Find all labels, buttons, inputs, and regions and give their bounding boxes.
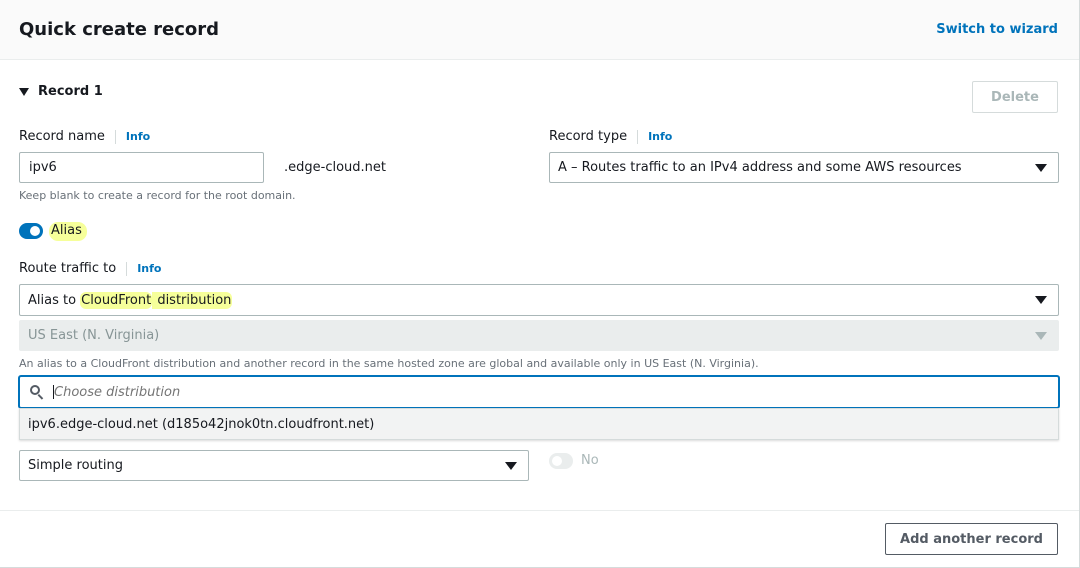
- dropdown-arrow-icon: [1035, 296, 1047, 304]
- distribution-search-input[interactable]: [54, 384, 1034, 400]
- quick-create-panel: Quick create record Switch to wizard Rec…: [0, 0, 1080, 568]
- dropdown-arrow-icon: [505, 461, 517, 470]
- record-type-select[interactable]: A – Routes traffic to an IPv4 address an…: [549, 152, 1059, 183]
- region-hint: An alias to a CloudFront distribution an…: [19, 357, 759, 370]
- distribution-dropdown: ipv6.edge-cloud.net (d185o42jnok0tn.clou…: [19, 408, 1059, 440]
- region-select: US East (N. Virginia): [19, 320, 1059, 351]
- record-expander[interactable]: Record 1: [19, 84, 103, 99]
- health-toggle-label: No: [581, 453, 599, 468]
- endpoint-highlight: CloudFront: [80, 291, 153, 309]
- switch-to-wizard-link[interactable]: Switch to wizard: [936, 22, 1058, 37]
- dropdown-arrow-icon: [1035, 163, 1047, 172]
- routing-policy-select[interactable]: Simple routing: [19, 450, 529, 481]
- domain-suffix: .edge-cloud.net: [284, 160, 386, 175]
- routing-policy-value: Simple routing: [28, 458, 123, 473]
- distribution-search[interactable]: [19, 376, 1059, 408]
- record-name-label-group: Record name Info: [19, 129, 150, 144]
- record-type-info-link[interactable]: Info: [637, 129, 672, 144]
- caret-down-icon: [19, 87, 29, 96]
- toggle-knob: [30, 226, 40, 236]
- route-traffic-info-link[interactable]: Info: [126, 261, 161, 276]
- page-title: Quick create record: [19, 19, 220, 40]
- footer-divider: [0, 510, 1079, 511]
- endpoint-select[interactable]: Alias to CloudFront distribution: [19, 284, 1059, 316]
- alias-label: Alias: [49, 222, 87, 241]
- add-another-record-button[interactable]: Add another record: [885, 523, 1058, 555]
- toggle-knob: [552, 456, 562, 466]
- record-type-value: A – Routes traffic to an IPv4 address an…: [558, 160, 962, 175]
- route-traffic-label: Route traffic to: [19, 261, 117, 276]
- panel-header: Quick create record Switch to wizard: [0, 0, 1079, 60]
- delete-button[interactable]: Delete: [972, 81, 1058, 113]
- dropdown-arrow-icon: [1035, 331, 1047, 340]
- region-value: US East (N. Virginia): [28, 328, 160, 343]
- record-name-hint: Keep blank to create a record for the ro…: [19, 189, 296, 202]
- record-type-label: Record type: [549, 129, 628, 144]
- endpoint-suffix: distribution: [152, 291, 233, 309]
- record-name-label: Record name: [19, 129, 105, 144]
- distribution-option[interactable]: ipv6.edge-cloud.net (d185o42jnok0tn.clou…: [20, 409, 1058, 439]
- record-name-input[interactable]: ipv6: [19, 152, 264, 183]
- record-title: Record 1: [38, 84, 103, 99]
- endpoint-prefix: Alias to: [28, 292, 81, 308]
- record-name-info-link[interactable]: Info: [114, 129, 150, 144]
- health-toggle[interactable]: [549, 453, 573, 469]
- search-icon: [29, 384, 45, 400]
- record-type-label-group: Record type Info: [549, 129, 672, 144]
- alias-label-wrap: Alias: [49, 222, 87, 241]
- alias-toggle[interactable]: [19, 223, 43, 239]
- route-traffic-label-group: Route traffic to Info: [19, 261, 161, 276]
